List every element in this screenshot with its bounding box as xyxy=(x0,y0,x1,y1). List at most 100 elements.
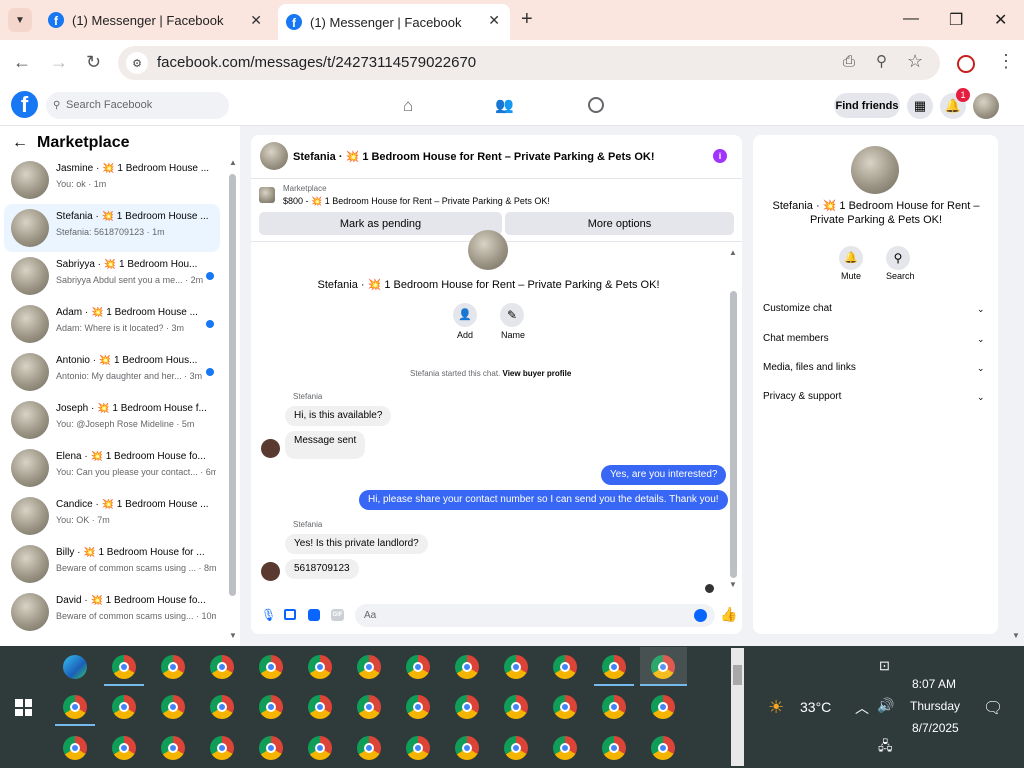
url-text[interactable]: facebook.com/messages/t/2427311457902267… xyxy=(157,54,476,71)
new-tab-button[interactable]: + xyxy=(521,8,533,31)
chat-item[interactable]: David · 💥 1 Bedroom House fo... Beware o… xyxy=(4,588,220,636)
tab-messenger-2[interactable]: f (1) Messenger | Facebook ✕ xyxy=(278,4,510,40)
chrome-icon[interactable] xyxy=(406,655,430,679)
speaker-icon[interactable]: 🔊 xyxy=(877,697,894,714)
chrome-icon[interactable] xyxy=(504,655,528,679)
chrome-icon[interactable] xyxy=(210,655,234,679)
taskbar-scroll-thumb[interactable] xyxy=(733,665,742,685)
scroll-up-arrow[interactable]: ▲ xyxy=(229,158,237,167)
chat-item[interactable]: Adam · 💥 1 Bedroom House ... Adam: Where… xyxy=(4,300,220,348)
chat-list-scrollbar[interactable] xyxy=(229,174,236,596)
facebook-logo[interactable]: f xyxy=(11,91,38,118)
chrome-icon[interactable] xyxy=(406,695,430,719)
weather-icon[interactable]: ☀ xyxy=(768,697,784,718)
chrome-icon[interactable] xyxy=(357,695,381,719)
edge-icon[interactable] xyxy=(63,655,87,679)
chat-item[interactable]: Stefania · 💥 1 Bedroom House ... Stefani… xyxy=(4,204,220,252)
chrome-icon[interactable] xyxy=(651,695,675,719)
chrome-icon[interactable] xyxy=(357,655,381,679)
notifications-center-icon[interactable]: 🗨 xyxy=(983,698,1003,718)
scroll-down-arrow[interactable]: ▼ xyxy=(729,580,737,589)
site-info-icon[interactable]: ⚙ xyxy=(126,52,148,74)
meet-icon[interactable]: ⊡ xyxy=(879,658,890,674)
bookmark-star-icon[interactable]: ☆ xyxy=(907,51,923,72)
edit-name-icon[interactable]: ✎ xyxy=(500,303,524,327)
show-hidden-icons-chevron-icon[interactable]: ︿ xyxy=(855,698,869,718)
listing-text[interactable]: $800 - 💥 1 Bedroom House for Rent – Priv… xyxy=(283,196,550,207)
chrome-icon[interactable] xyxy=(63,695,87,719)
chat-members-section[interactable]: Chat members xyxy=(763,333,829,344)
chrome-icon[interactable] xyxy=(161,655,185,679)
chrome-icon[interactable] xyxy=(63,736,87,760)
chat-item[interactable]: Antonio · 💥 1 Bedroom Hous... Antonio: M… xyxy=(4,348,220,396)
chrome-icon[interactable] xyxy=(161,695,185,719)
clock-time[interactable]: 8:07 AM xyxy=(912,677,956,691)
back-button[interactable]: ← xyxy=(13,52,31,73)
chrome-icon[interactable] xyxy=(455,736,479,760)
photo-icon[interactable] xyxy=(284,609,296,620)
chrome-icon[interactable] xyxy=(259,695,283,719)
chrome-icon[interactable] xyxy=(553,655,577,679)
chat-item[interactable]: Billy · 💥 1 Bedroom House for ... Beware… xyxy=(4,540,220,588)
zoom-icon[interactable]: ⚲ xyxy=(876,52,887,70)
clock-day[interactable]: Thursday xyxy=(910,699,960,713)
search-conversation-icon[interactable]: ⚲ xyxy=(886,246,910,270)
gaming-icon[interactable] xyxy=(588,97,604,113)
chrome-icon[interactable] xyxy=(455,695,479,719)
clock-date[interactable]: 8/7/2025 xyxy=(912,721,959,735)
chat-item[interactable]: Elena · 💥 1 Bedroom House fo... You: Can… xyxy=(4,444,220,492)
temperature[interactable]: 33°C xyxy=(800,699,831,715)
chrome-icon[interactable] xyxy=(406,736,430,760)
chrome-icon[interactable] xyxy=(161,736,185,760)
add-member-icon[interactable]: 👤 xyxy=(453,303,477,327)
back-arrow-icon[interactable]: ← xyxy=(12,134,28,152)
home-icon[interactable]: ⌂ xyxy=(403,96,413,116)
close-window-button[interactable]: ✕ xyxy=(994,10,1007,30)
scroll-up-arrow[interactable]: ▲ xyxy=(729,248,737,257)
chrome-icon[interactable] xyxy=(308,736,332,760)
chat-item[interactable]: Joseph · 💥 1 Bedroom House f... You: @Jo… xyxy=(4,396,220,444)
message-input[interactable]: Aa xyxy=(355,604,715,627)
chevron-down-icon[interactable]: ⌄ xyxy=(977,363,985,374)
chrome-icon[interactable] xyxy=(112,736,136,760)
chrome-icon[interactable] xyxy=(553,736,577,760)
info-icon[interactable]: i xyxy=(713,149,727,163)
thumbs-up-icon[interactable]: 👍 xyxy=(720,606,737,623)
view-buyer-profile-link[interactable]: View buyer profile xyxy=(503,369,572,378)
privacy-support-section[interactable]: Privacy & support xyxy=(763,391,841,402)
menu-kebab-icon[interactable]: ⋮ xyxy=(997,51,1015,72)
chrome-icon[interactable] xyxy=(210,695,234,719)
profile-avatar[interactable] xyxy=(851,146,899,194)
conversation-title[interactable]: Stefania · 💥 1 Bedroom House for Rent – … xyxy=(293,150,655,163)
network-icon[interactable]: 🖧 xyxy=(878,737,893,759)
chrome-icon[interactable] xyxy=(602,695,626,719)
mark-as-pending-button[interactable]: Mark as pending xyxy=(259,212,502,235)
chrome-icon[interactable] xyxy=(210,736,234,760)
customize-chat-section[interactable]: Customize chat xyxy=(763,303,832,314)
forward-button[interactable]: → xyxy=(50,52,68,73)
minimize-button[interactable]: — xyxy=(903,10,919,28)
chrome-icon[interactable] xyxy=(602,655,626,679)
chrome-icon[interactable] xyxy=(553,695,577,719)
emoji-icon[interactable] xyxy=(694,609,707,622)
reload-button[interactable]: ↻ xyxy=(86,52,101,73)
friends-icon[interactable]: 👥 xyxy=(495,96,514,114)
find-friends-button[interactable]: Find friends xyxy=(834,93,900,118)
chrome-icon[interactable] xyxy=(357,736,381,760)
chrome-icon[interactable] xyxy=(259,736,283,760)
account-avatar[interactable] xyxy=(973,93,999,119)
mute-icon[interactable]: 🔔 xyxy=(839,246,863,270)
gif-icon[interactable]: GIF xyxy=(331,609,344,621)
chat-scrollbar[interactable] xyxy=(730,291,737,578)
chat-item[interactable]: Candice · 💥 1 Bedroom House ... You: OK … xyxy=(4,492,220,540)
tab-messenger-1[interactable]: f (1) Messenger | Facebook ✕ xyxy=(40,0,272,40)
chrome-icon[interactable] xyxy=(308,655,332,679)
chrome-icon[interactable] xyxy=(504,736,528,760)
chrome-icon[interactable] xyxy=(112,655,136,679)
microphone-icon[interactable]: 🎙 xyxy=(261,608,276,622)
chrome-icon[interactable] xyxy=(455,655,479,679)
avatar[interactable] xyxy=(260,142,288,170)
chrome-icon[interactable] xyxy=(112,695,136,719)
close-tab-icon[interactable]: ✕ xyxy=(488,12,500,29)
chrome-icon[interactable] xyxy=(259,655,283,679)
